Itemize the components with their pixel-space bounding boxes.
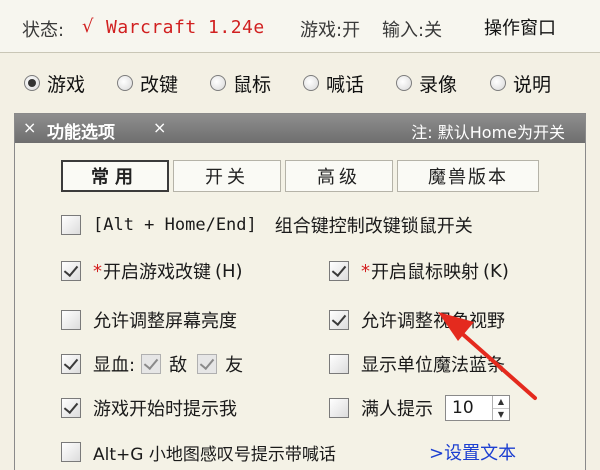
radio-dot-icon [396,75,412,91]
checkbox[interactable] [61,215,81,235]
tab-warcraft-version[interactable]: 魔兽版本 [397,160,539,192]
close-icon[interactable]: × [153,118,166,137]
radio-shout[interactable]: 喊话 [303,70,364,96]
option-label: 允许调整视角视野 [361,311,505,332]
checkbox-enemy[interactable] [141,354,162,374]
radio-label: 录像 [419,73,458,96]
status-bar: 状态: √ Warcraft 1.24e 游戏:开 输入:关 操作窗口 [0,0,600,53]
input-state: 输入:关 [382,20,443,41]
status-game-version: Warcraft 1.24e [106,17,265,38]
checkbox[interactable] [61,354,81,374]
spinner-down-icon[interactable]: ▼ [493,407,509,421]
option-label: 满人提示 [361,399,433,420]
panel-note: 注: 默认Home为开关 [411,123,565,142]
spinner-value[interactable]: 10 [446,398,492,418]
radio-game[interactable]: 游戏 [24,70,85,96]
radio-label: 说明 [513,73,552,96]
checkbox[interactable] [329,310,349,330]
tab-common[interactable]: 常用 [61,160,169,192]
option-label: Alt+G 小地图感叹号提示带喊话 [93,444,336,465]
option-adjust-fov[interactable]: 允许调整视角视野 [329,306,505,334]
option-show-mana[interactable]: 显示单位魔法蓝条 [329,350,505,378]
required-mark: * [361,260,370,282]
radio-label: 鼠标 [233,73,272,96]
option-label: 组合键控制改键锁鼠开关 [274,216,473,237]
checkbox[interactable] [61,398,81,418]
radio-dot-icon [303,75,319,91]
close-icon[interactable]: × [23,118,36,137]
option-label: 友 [225,355,244,376]
option-label: 显示单位魔法蓝条 [361,355,505,376]
checkbox[interactable] [329,261,349,281]
spinner-up-icon[interactable]: ▲ [493,396,509,408]
radio-mouse[interactable]: 鼠标 [210,70,271,96]
option-key-text: [Alt + Home/End] [93,215,257,235]
option-label: 游戏开始时提示我 [93,399,237,420]
checkbox[interactable] [329,354,349,374]
option-label: 开启鼠标映射 [371,262,479,283]
checkbox[interactable] [61,310,81,330]
radio-label: 游戏 [47,73,86,96]
option-label: 显血: [93,355,136,376]
function-options-panel: × 功能选项 × 注: 默认Home为开关 常用 开关 高级 魔兽版本 [Alt… [14,113,586,470]
radio-help[interactable]: 说明 [490,70,551,96]
radio-label: 喊话 [326,73,365,96]
panel-header: × 功能选项 × 注: 默认Home为开关 [15,114,585,143]
game-state: 游戏:开 [300,20,361,41]
radio-label: 改键 [140,73,179,96]
radio-dot-icon [210,75,226,91]
player-count-spinner[interactable]: 10 ▲ ▼ [445,395,510,421]
radio-dot-icon [117,75,133,91]
option-game-start-notify[interactable]: 游戏开始时提示我 [61,394,237,422]
set-text-container: >设置文本 [429,438,516,466]
hotkey-label: (K) [483,260,509,282]
operation-window-button[interactable]: 操作窗口 [478,12,562,42]
set-text-link[interactable]: >设置文本 [429,439,516,465]
option-enable-game-keys[interactable]: * 开启游戏改键 (H) [61,257,243,285]
option-show-blood[interactable]: 显血: 敌 友 [61,350,243,378]
checkbox[interactable] [61,442,81,462]
option-adjust-brightness[interactable]: 允许调整屏幕亮度 [61,306,237,334]
panel-title: 功能选项 [47,123,115,143]
checkbox[interactable] [329,398,349,418]
tab-switches[interactable]: 开关 [173,160,281,192]
checkbox-friend[interactable] [197,354,218,374]
radio-replay[interactable]: 录像 [396,70,457,96]
option-enable-mouse-map[interactable]: * 开启鼠标映射 (K) [329,257,509,285]
checkbox[interactable] [61,261,81,281]
status-check-icon: √ [82,16,94,37]
option-alt-home-end[interactable]: [Alt + Home/End] 组合键控制改键锁鼠开关 [61,211,473,239]
status-label: 状态: [22,20,65,41]
option-alt-g-ping[interactable]: Alt+G 小地图感叹号提示带喊话 [61,438,336,466]
hotkey-label: (H) [215,260,243,282]
required-mark: * [93,260,102,282]
option-label: 允许调整屏幕亮度 [93,311,237,332]
tab-advanced[interactable]: 高级 [285,160,393,192]
option-label: 开启游戏改键 [103,262,211,283]
option-label: 敌 [169,355,188,376]
radio-remap-keys[interactable]: 改键 [117,70,178,96]
radio-dot-icon [24,75,40,91]
radio-dot-icon [490,75,506,91]
option-full-notify[interactable]: 满人提示 10 ▲ ▼ [329,394,510,422]
